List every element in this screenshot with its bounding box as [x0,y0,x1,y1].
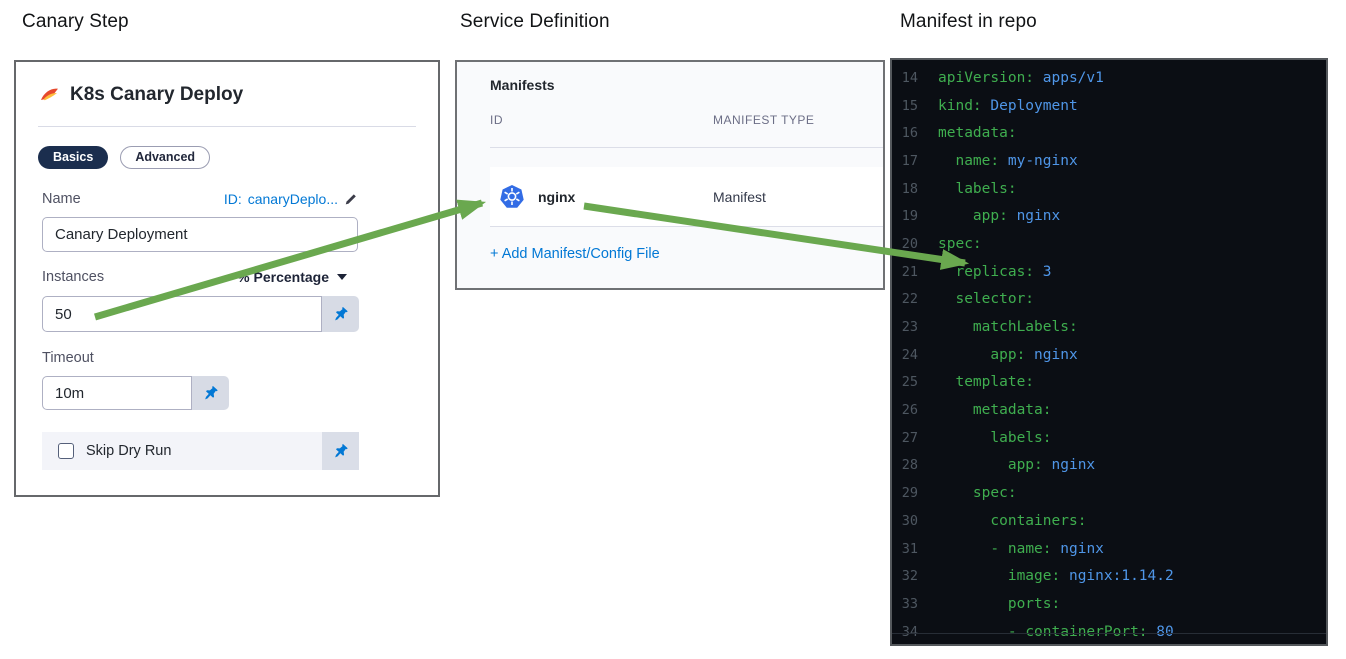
manifests-heading: Manifests [490,77,555,93]
step-heading: K8s Canary Deploy [70,84,244,105]
kubernetes-icon [499,184,525,210]
timeout-pin-button[interactable] [192,376,229,410]
timeout-input[interactable] [42,376,192,410]
canvas: Canary Step Service Definition Manifest … [0,0,1346,659]
step-id: ID: canaryDeplo... [224,191,358,207]
code-line: 15 kind: Deployment [901,97,1078,114]
name-row: Name ID: canaryDeplo... [42,191,358,207]
instances-unit-dropdown[interactable]: % Percentage [237,269,347,285]
code-line: 17 name: my-nginx [901,152,1078,169]
manifest-in-repo-title: Manifest in repo [900,11,1037,32]
code-line: 21 replicas: 3 [901,263,1052,280]
step-tabs: Basics Advanced [38,146,211,169]
code-line: 28 app: nginx [901,457,1096,474]
skip-dry-run-row: Skip Dry Run [42,432,359,470]
canary-bird-icon [38,84,60,106]
table-header-divider [490,147,883,148]
code-line: 25 template: [901,374,1035,391]
instances-unit-value: % Percentage [237,269,329,285]
code-line: 30 containers: [901,512,1087,529]
code-lines: 14 apiVersion: apps/v1 15 kind: Deployment 1… [892,64,1326,644]
code-line: 20 spec: [901,235,982,252]
skip-dry-run-checkbox[interactable] [58,443,74,459]
instances-input-group [42,296,359,332]
instances-pin-button[interactable] [322,296,359,332]
code-line: 24 app: nginx [901,346,1078,363]
name-label: Name [42,191,81,207]
edit-id-button[interactable] [344,192,358,206]
id-label: ID: [223,191,242,207]
code-line: 29 spec: [901,485,1017,502]
column-header-id: ID [490,113,503,127]
pushpin-icon [202,385,219,402]
code-line: 14 apiVersion: apps/v1 [901,69,1104,86]
pushpin-icon [332,306,349,323]
canary-step-panel: K8s Canary Deploy Basics Advanced Name I… [14,60,440,497]
step-header: K8s Canary Deploy [38,84,243,106]
tab-advanced[interactable]: Advanced [120,146,211,169]
code-line: 22 selector: [901,291,1035,308]
manifest-type: Manifest [713,188,766,205]
manifest-id: nginx [538,188,576,205]
pencil-icon [344,192,358,206]
code-line: 33 ports: [901,595,1061,612]
caret-down-icon [337,274,347,280]
code-scrollbar-track [892,633,1326,634]
code-line: 18 labels: [901,180,1017,197]
timeout-label: Timeout [42,350,94,366]
code-line: 23 matchLabels: [901,319,1078,336]
code-line: 34 - containerPort: 80 [901,623,1174,640]
instances-row: Instances % Percentage [42,269,347,285]
service-definition-panel: Manifests ID MANIFEST TYPE nginx Manifes… [455,60,885,290]
code-line: 16 metadata: [901,125,1017,142]
tab-basics[interactable]: Basics [38,146,109,169]
instances-input[interactable] [42,296,322,332]
column-header-manifest-type: MANIFEST TYPE [713,113,815,127]
pushpin-icon [332,443,349,460]
add-manifest-link[interactable]: + Add Manifest/Config File [490,246,660,262]
manifest-code-panel: 14 apiVersion: apps/v1 15 kind: Deployment 1… [890,58,1328,646]
code-line: 19 app: nginx [901,208,1061,225]
manifest-table-row[interactable]: nginx Manifest [490,167,883,227]
instances-label: Instances [42,269,105,285]
code-line: 32 image: nginx:1.14.2 [901,568,1174,585]
timeout-input-group [42,376,229,410]
skip-dry-run-pin-button[interactable] [322,432,359,470]
canary-step-title: Canary Step [22,11,129,32]
name-input[interactable] [42,217,358,252]
service-definition-title: Service Definition [460,11,610,32]
id-value-link[interactable]: canaryDeplo... [248,191,338,207]
header-divider [38,126,416,127]
code-line: 27 labels: [901,429,1052,446]
skip-dry-run-label: Skip Dry Run [86,443,172,459]
code-line: 31 - name: nginx [901,540,1104,557]
code-line: 26 metadata: [901,402,1052,419]
